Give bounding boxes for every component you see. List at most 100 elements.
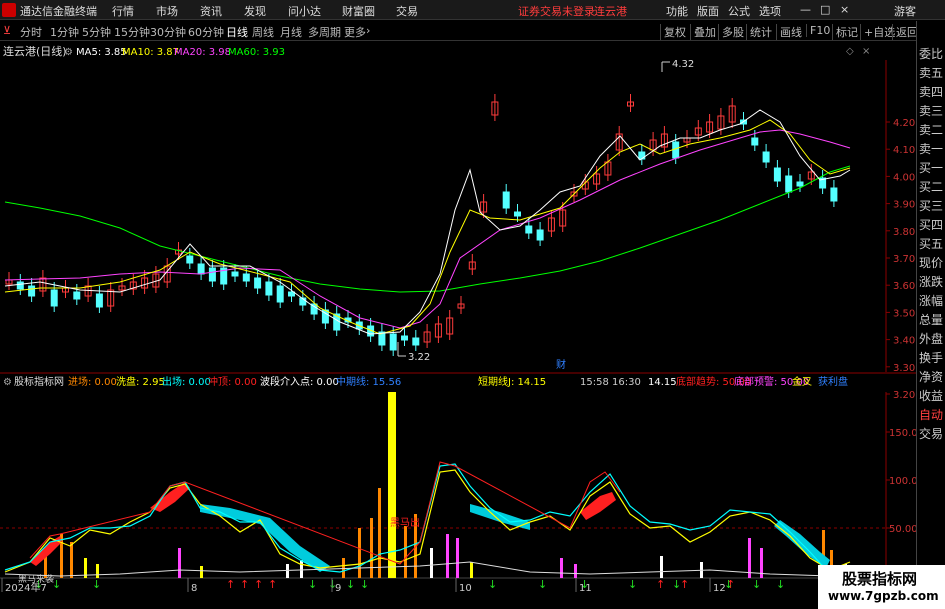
tab-daily[interactable]: 日线 — [226, 24, 248, 40]
menu-layout[interactable]: 版面 — [697, 3, 719, 19]
quote-field-label[interactable]: 外盘 — [919, 330, 945, 349]
diamond-icon[interactable]: ◇ — [846, 46, 854, 57]
signal-arrows: ↑ ↑ ↑ ↑ ↑ ↑ ↑↓ ↓ ↓ ↓ ↓ ↓ ↓ ↓ ↓ ↓ ↓ ↓ ↓ ↓ ↓ — [34, 578, 785, 591]
main-y-tick-label: 3.20 — [893, 390, 915, 401]
multi-stock-button[interactable]: 多股 — [718, 24, 744, 40]
quote-field-label[interactable]: 买五 — [919, 235, 945, 254]
close-button[interactable]: × — [840, 3, 849, 16]
ma20-label: MA20: 3.98 — [174, 47, 231, 58]
quote-field-label[interactable]: 交易 — [919, 425, 945, 444]
sub-indicator-label: 获利盘 — [818, 375, 848, 388]
tab-15min[interactable]: 15分钟 — [114, 24, 150, 40]
sub-y-tick-label: 150.00 — [889, 428, 916, 439]
candle-body — [672, 141, 680, 159]
sub-settings-icon[interactable]: ⚙ — [3, 377, 12, 388]
menu-trade[interactable]: 交易 — [396, 3, 418, 19]
quote-field-label[interactable]: 卖一 — [919, 140, 945, 159]
chart-area[interactable]: 连云港(日线) ⚙ MA5: 3.85 MA10: 3.87 MA20: 3.9… — [0, 42, 916, 592]
login-notice[interactable]: 证券交易未登录 — [518, 3, 595, 19]
chevron-right-icon[interactable]: › — [366, 24, 370, 37]
down-arrow-icon[interactable]: ⊻ — [3, 24, 11, 37]
indicator-bar — [300, 560, 303, 578]
menu-options[interactable]: 选项 — [759, 3, 781, 19]
tab-multi-period[interactable]: 多周期 — [308, 24, 341, 40]
quote-field-label[interactable]: 卖五 — [919, 64, 945, 83]
finance-marker[interactable]: 财 — [556, 358, 566, 371]
tab-weekly[interactable]: 周线 — [252, 24, 274, 40]
guest-label[interactable]: 游客 — [894, 3, 916, 19]
sell-arrow-icon: ↓ — [752, 578, 761, 591]
quote-field-label[interactable]: 现价 — [919, 254, 945, 273]
overlay-button[interactable]: 叠加 — [690, 24, 716, 40]
quote-field-label[interactable]: 买一 — [919, 159, 945, 178]
x-axis-label: 9 — [335, 583, 341, 592]
ma5-label: MA5: 3.85 — [76, 47, 127, 58]
draw-button[interactable]: 画线 — [776, 24, 802, 40]
main-y-tick-label: 3.60 — [893, 281, 915, 292]
candle-body — [638, 151, 646, 160]
menu-market[interactable]: 市场 — [156, 3, 178, 19]
menu-function[interactable]: 功能 — [666, 3, 688, 19]
sell-arrow-icon: ↓ — [346, 578, 355, 591]
quote-field-label[interactable]: 委比 — [919, 45, 945, 64]
tab-more[interactable]: 更多 — [344, 24, 366, 40]
quote-field-label[interactable]: 总量 — [919, 311, 945, 330]
main-y-ticks: 4.20 4.10 4.00 3.90 3.80 3.70 3.60 3.50 3.40 3.30… — [886, 118, 915, 401]
main-y-tick-label: 3.70 — [893, 254, 915, 265]
sell-arrow-icon: ↓ — [628, 578, 637, 591]
sub-indicator-label: 短期线J: 14.15 — [478, 375, 546, 388]
quote-field-label[interactable]: 卖四 — [919, 83, 945, 102]
menu-quotes[interactable]: 行情 — [112, 3, 134, 19]
indicator-bar — [286, 564, 289, 578]
indicator-bar — [748, 538, 751, 578]
buy-arrow-icon: ↑ — [680, 578, 689, 591]
candle-body — [762, 151, 770, 163]
candle-body — [525, 225, 533, 234]
quote-field-label[interactable]: 自动 — [919, 406, 945, 425]
quote-field-label[interactable]: 涨跌 — [919, 273, 945, 292]
tab-1min[interactable]: 1分钟 — [50, 24, 79, 40]
menu-wealth[interactable]: 财富圈 — [342, 3, 375, 19]
f10-button[interactable]: F10 — [806, 24, 830, 37]
main-y-tick-label: 3.30 — [893, 363, 915, 374]
adjust-button[interactable]: 复权 — [660, 24, 686, 40]
moving-average-lines — [4, 109, 851, 335]
candle-body — [186, 255, 194, 264]
quote-field-label[interactable]: 卖三 — [919, 102, 945, 121]
close-icon[interactable]: × — [862, 46, 870, 57]
candle-body — [197, 263, 205, 275]
tab-5min[interactable]: 5分钟 — [82, 24, 111, 40]
quote-field-label[interactable]: 涨幅 — [919, 292, 945, 311]
watermark-url: www.7gpzb.com — [828, 589, 939, 603]
minimize-button[interactable]: — — [800, 3, 811, 16]
back-button[interactable]: 返回 — [892, 24, 918, 40]
add-watchlist-button[interactable]: +自选 — [860, 24, 895, 40]
buy-arrow-icon: ↑ — [254, 578, 263, 591]
menu-formula[interactable]: 公式 — [728, 3, 750, 19]
stats-button[interactable]: 统计 — [746, 24, 772, 40]
quote-field-label[interactable]: 买四 — [919, 216, 945, 235]
menu-ask[interactable]: 问小达 — [288, 3, 321, 19]
tab-intraday[interactable]: 分时 — [20, 24, 42, 40]
quote-field-label[interactable]: 净资 — [919, 368, 945, 387]
sub-indicator-label: 洗盘: 2.95 — [116, 375, 165, 388]
quote-field-label[interactable]: 买三 — [919, 197, 945, 216]
tab-30min[interactable]: 30分钟 — [150, 24, 186, 40]
red-ribbon-2 — [580, 492, 616, 520]
quote-field-label[interactable]: 买二 — [919, 178, 945, 197]
quote-field-label[interactable]: 卖二 — [919, 121, 945, 140]
x-axis-label: 12 — [713, 583, 726, 592]
menu-discover[interactable]: 发现 — [244, 3, 266, 19]
settings-icon[interactable]: ⚙ — [64, 47, 73, 58]
candle-body — [242, 273, 250, 282]
tab-60min[interactable]: 60分钟 — [188, 24, 224, 40]
menu-news[interactable]: 资讯 — [200, 3, 222, 19]
quote-field-label[interactable]: 收益 — [919, 387, 945, 406]
mark-button[interactable]: 标记 — [832, 24, 858, 40]
maximize-button[interactable]: □ — [820, 3, 830, 16]
main-y-tick-label: 3.50 — [893, 308, 915, 319]
tab-monthly[interactable]: 月线 — [280, 24, 302, 40]
sell-arrow-icon: ↓ — [538, 578, 547, 591]
indicator-bar — [660, 556, 663, 578]
quote-field-label[interactable]: 换手 — [919, 349, 945, 368]
